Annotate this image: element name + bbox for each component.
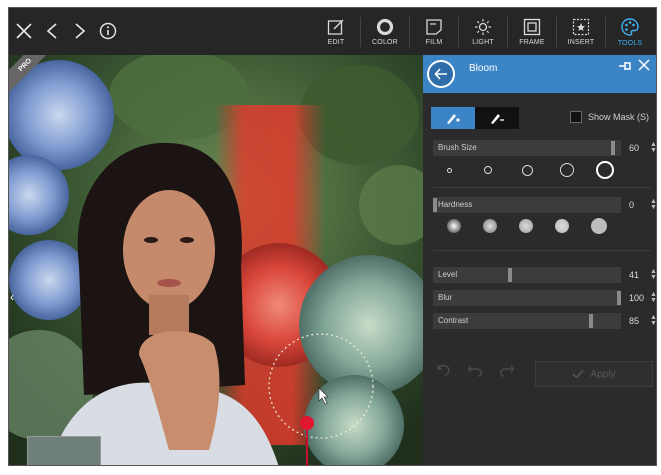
collapse-arrow-icon[interactable]: ‹ bbox=[10, 290, 14, 304]
tab-edit[interactable]: EDIT bbox=[312, 8, 360, 55]
hardness-preset-button[interactable] bbox=[447, 219, 461, 233]
back-button[interactable] bbox=[427, 60, 455, 88]
insert-icon bbox=[572, 18, 590, 35]
hardness-preset-button[interactable] bbox=[555, 219, 569, 233]
hardness-preset-button[interactable] bbox=[591, 218, 607, 234]
stepper-icon[interactable]: ▲ ▼ bbox=[650, 198, 656, 211]
brush-plus-icon bbox=[447, 114, 460, 124]
thumbnail-icon[interactable] bbox=[27, 436, 101, 465]
slider-knob[interactable] bbox=[433, 198, 437, 212]
contrast-label: Contrast bbox=[438, 316, 469, 325]
brush-size-presets bbox=[447, 161, 614, 179]
close-icon[interactable] bbox=[13, 17, 35, 45]
tab-color[interactable]: COLOR bbox=[361, 8, 409, 55]
size-preset-button[interactable] bbox=[522, 164, 533, 176]
tool-tabs: EDIT COLOR FILM LIGHT FRAME INSERT TOOLS bbox=[312, 8, 654, 55]
panel-title: Bloom bbox=[469, 63, 498, 74]
divider bbox=[433, 187, 651, 188]
level-label: Level bbox=[438, 270, 458, 279]
blur-slider[interactable]: Blur bbox=[433, 290, 621, 306]
nav-controls bbox=[13, 17, 119, 45]
hardness-slider[interactable]: Hardness bbox=[433, 197, 621, 213]
tab-insert[interactable]: INSERT bbox=[557, 8, 605, 55]
slider-knob[interactable] bbox=[617, 291, 621, 305]
slider-knob[interactable] bbox=[611, 141, 615, 155]
pin-icon[interactable] bbox=[618, 60, 632, 75]
contrast-slider[interactable]: Contrast bbox=[433, 313, 621, 329]
back-icon[interactable] bbox=[41, 17, 63, 45]
arrow-left-icon bbox=[434, 68, 447, 80]
apply-label: Apply bbox=[590, 368, 616, 380]
film-icon bbox=[426, 18, 442, 35]
hardness-preset-button[interactable] bbox=[483, 219, 497, 233]
photo-canvas[interactable]: PRO ‹ bbox=[9, 55, 423, 465]
size-preset-button[interactable] bbox=[560, 163, 574, 177]
light-icon bbox=[475, 18, 491, 35]
redo-icon[interactable] bbox=[499, 363, 515, 377]
undo-icon[interactable] bbox=[467, 363, 483, 377]
app-window: EDIT COLOR FILM LIGHT FRAME INSERT TOOLS… bbox=[8, 7, 657, 466]
annotation-marker bbox=[300, 416, 314, 430]
edit-icon bbox=[327, 18, 344, 35]
tab-light-label: LIGHT bbox=[472, 38, 494, 46]
show-mask-checkbox[interactable] bbox=[570, 111, 582, 123]
close-panel-icon[interactable] bbox=[638, 59, 650, 74]
blur-label: Blur bbox=[438, 293, 453, 302]
brush-minus-icon bbox=[491, 114, 504, 124]
stepper-icon[interactable]: ▲ ▼ bbox=[650, 291, 656, 304]
divider bbox=[433, 250, 651, 251]
stepper-icon[interactable]: ▲ ▼ bbox=[650, 268, 656, 281]
slider-knob[interactable] bbox=[589, 314, 593, 328]
tab-edit-label: EDIT bbox=[327, 38, 345, 46]
brush-erase-button[interactable] bbox=[475, 107, 519, 129]
brush-size-label: Brush Size bbox=[438, 143, 477, 152]
frame-icon bbox=[523, 18, 541, 35]
tab-frame[interactable]: FRAME bbox=[508, 8, 556, 55]
stepper-icon[interactable]: ▲ ▼ bbox=[650, 141, 656, 154]
tools-icon bbox=[621, 17, 639, 36]
hardness-presets bbox=[447, 218, 607, 234]
size-preset-button[interactable] bbox=[484, 166, 492, 174]
apply-button[interactable]: Apply bbox=[535, 361, 653, 387]
size-preset-button[interactable] bbox=[447, 167, 452, 173]
hardness-label: Hardness bbox=[438, 200, 473, 209]
tab-color-label: COLOR bbox=[372, 38, 398, 46]
level-slider[interactable]: Level bbox=[433, 267, 621, 283]
brush-mode-group bbox=[431, 107, 519, 129]
tab-film[interactable]: FILM bbox=[410, 8, 458, 55]
tab-light[interactable]: LIGHT bbox=[459, 8, 507, 55]
color-icon bbox=[376, 18, 394, 35]
top-toolbar: EDIT COLOR FILM LIGHT FRAME INSERT TOOLS bbox=[9, 8, 656, 55]
show-mask-label: Show Mask (S) bbox=[588, 112, 650, 122]
bloom-panel: Bloom Show Mask (S) Brush Size 60 ▲ ▼ Ha… bbox=[423, 55, 656, 465]
tab-tools-label: TOOLS bbox=[617, 39, 643, 47]
stepper-icon[interactable]: ▲ ▼ bbox=[650, 314, 656, 327]
forward-icon[interactable] bbox=[69, 17, 91, 45]
brush-add-button[interactable] bbox=[431, 107, 475, 129]
tab-tools[interactable]: TOOLS bbox=[606, 8, 654, 55]
photo-image bbox=[9, 55, 423, 465]
checkmark-icon bbox=[572, 369, 585, 379]
tab-insert-label: INSERT bbox=[567, 38, 595, 46]
hardness-preset-button[interactable] bbox=[519, 219, 533, 233]
reset-icon[interactable] bbox=[435, 363, 451, 377]
panel-header: Bloom bbox=[423, 55, 656, 93]
info-icon[interactable] bbox=[97, 17, 119, 45]
size-preset-button[interactable] bbox=[596, 161, 614, 179]
history-controls bbox=[435, 363, 515, 377]
show-mask-toggle[interactable]: Show Mask (S) bbox=[570, 111, 649, 123]
tab-frame-label: FRAME bbox=[519, 38, 545, 46]
brush-size-slider[interactable]: Brush Size bbox=[433, 140, 621, 156]
tab-film-label: FILM bbox=[425, 38, 443, 46]
slider-knob[interactable] bbox=[508, 268, 512, 282]
